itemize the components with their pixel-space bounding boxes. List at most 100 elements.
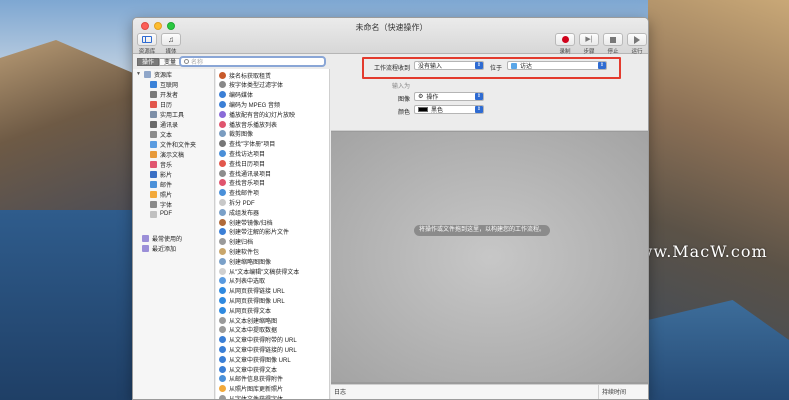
action-icon (219, 140, 226, 148)
library-item[interactable]: PDF (150, 209, 172, 219)
action-item[interactable]: 从字体文件获得字体 (219, 393, 283, 399)
library-root-label: 资源库 (154, 72, 173, 79)
library-item[interactable]: 日历 (150, 99, 172, 109)
action-item[interactable]: 查找邮件项 (219, 188, 259, 198)
action-item[interactable]: 从网页获得链接 URL (219, 286, 285, 296)
library-item[interactable]: 照片 (150, 189, 172, 199)
action-icon (219, 287, 226, 295)
titlebar: 未命名（快速操作） 资源库 ♫ 媒体 录制 ▶| 步骤 停止 运行 (133, 18, 648, 55)
action-item[interactable]: 从照片图库更新照片 (219, 384, 283, 394)
step-button[interactable]: ▶| (579, 33, 599, 46)
library-item[interactable]: 开发者 (150, 89, 178, 99)
action-item[interactable]: 从文本创建缩略图 (219, 315, 277, 325)
color-popup[interactable]: 黑色 ⇕ (414, 105, 484, 114)
library-item-label: 照片 (160, 192, 173, 199)
image-popup[interactable]: ⚙ 操作 ⇕ (414, 92, 484, 101)
library-item[interactable]: 通讯录 (150, 119, 178, 129)
library-item[interactable]: 互联网 (150, 79, 178, 89)
action-item[interactable]: 从网页获得图像 URL (219, 295, 285, 305)
action-item[interactable]: 查找日历项目 (219, 158, 265, 168)
action-item[interactable]: 创建缩略图图像 (219, 256, 271, 266)
action-item-label: 从文章中获得链接的 URL (229, 347, 297, 354)
library-item-label: 字体 (160, 202, 173, 209)
action-item[interactable]: 编码媒体 (219, 90, 253, 100)
action-item[interactable]: 编码为 MPEG 音频 (219, 99, 280, 109)
color-label: 颜色 (397, 110, 410, 116)
action-item[interactable]: 裁剪图像 (219, 129, 253, 139)
chevron-updown-icon: ⇕ (475, 93, 483, 100)
action-item[interactable]: 从文章中获得链接的 URL (219, 344, 297, 354)
action-item[interactable]: 接名标获取租赁 (219, 70, 271, 80)
disclosure-triangle-icon[interactable]: ▼ (136, 71, 141, 77)
action-item-label: 查找音乐项目 (229, 181, 266, 188)
library-recent-added[interactable]: 最近添加 (142, 243, 176, 253)
action-icon (219, 120, 226, 128)
photos-icon (150, 190, 157, 198)
record-button[interactable] (555, 33, 575, 46)
action-icon (219, 345, 226, 353)
library-item[interactable]: 影片 (150, 169, 172, 179)
action-icon (219, 169, 226, 177)
workflow-drop-area[interactable]: 将操作或文件拖到这里，以构建您的工作流程。 (331, 132, 648, 382)
action-item-label: 拆分 PDF (229, 200, 255, 207)
action-item[interactable]: 从列表中选取 (219, 276, 265, 286)
library-item[interactable]: 字体 (150, 199, 172, 209)
tab-variables[interactable]: 变量 (159, 58, 182, 66)
action-item[interactable]: 从文本中提取数据 (219, 325, 277, 335)
library-item[interactable]: 音乐 (150, 159, 172, 169)
action-item[interactable]: 查找访达项目 (219, 148, 265, 158)
library-item[interactable]: 邮件 (150, 179, 172, 189)
library-item[interactable]: 实用工具 (150, 109, 184, 119)
media-button[interactable]: ♫ (161, 33, 181, 46)
action-item[interactable]: 从文章中获得附带的 URL (219, 335, 297, 345)
action-item-label: 播放配有音的幻灯片放映 (229, 112, 296, 119)
smart-folder-icon (142, 234, 149, 242)
action-item[interactable]: 创建归档 (219, 237, 253, 247)
window-title: 未命名（快速操作） (355, 23, 428, 32)
action-item[interactable]: 创建带镜像/归档 (219, 217, 273, 227)
stop-icon (610, 36, 616, 43)
action-item-label: 查找"字体册"项目 (229, 142, 276, 149)
library-item[interactable]: 文本 (150, 129, 172, 139)
media-label: 媒体 (165, 49, 177, 55)
receives-popup[interactable]: 没有输入 ⇕ (414, 61, 484, 70)
action-item[interactable]: 创建带注解的影片文件 (219, 227, 289, 237)
action-icon (219, 296, 226, 304)
action-item[interactable]: 创建软件包 (219, 246, 259, 256)
action-item[interactable]: 成组发布器 (219, 207, 259, 217)
action-item[interactable]: 播放音乐播放列表 (219, 119, 277, 129)
action-item[interactable]: 查找"字体册"项目 (219, 139, 275, 149)
action-item[interactable]: 从邮件信息获得附件 (219, 374, 283, 384)
action-item[interactable]: 按字体类型过滤字体 (219, 80, 283, 90)
action-icon (219, 267, 226, 275)
action-icon (219, 277, 226, 285)
sidebar-icon (142, 36, 152, 43)
library-recent-used[interactable]: 最常使用的 (142, 233, 182, 243)
in-popup[interactable]: 访达 ⇕ (507, 61, 607, 70)
receives-label: 工作流程收到 (373, 66, 410, 72)
library-root[interactable]: ▼ 资源库 (136, 69, 172, 79)
action-item[interactable]: 从网页获得文本 (219, 305, 271, 315)
action-icon (219, 208, 226, 216)
action-item-label: 从文章中获得文本 (229, 367, 278, 374)
library-toggle-button[interactable] (137, 33, 157, 46)
action-item-label: 从文本创建缩略图 (229, 318, 278, 325)
library-item[interactable]: 演示文稿 (150, 149, 184, 159)
action-item[interactable]: 查找音乐项目 (219, 178, 265, 188)
action-item[interactable]: 播放配有音的幻灯片放映 (219, 109, 295, 119)
action-item[interactable]: 从"文本编辑"文稿获得文本 (219, 266, 299, 276)
action-item-label: 从列表中选取 (229, 279, 266, 286)
library-item[interactable]: 文件和文件夹 (150, 139, 196, 149)
action-item-label: 从文章中获得图像 URL (229, 357, 291, 364)
action-item[interactable]: 从文章中获得文本 (219, 364, 277, 374)
action-item[interactable]: 从文章中获得图像 URL (219, 354, 291, 364)
action-item[interactable]: 查找通讯录项目 (219, 168, 271, 178)
tab-actions[interactable]: 操作 (137, 58, 160, 66)
run-button[interactable] (627, 33, 647, 46)
stop-button[interactable] (603, 33, 623, 46)
library-item-label: 开发者 (160, 92, 179, 99)
search-field[interactable]: 名称 (179, 56, 326, 67)
tools-icon (150, 90, 157, 98)
action-item[interactable]: 拆分 PDF (219, 197, 255, 207)
action-item-label: 接名标获取租赁 (229, 73, 272, 80)
